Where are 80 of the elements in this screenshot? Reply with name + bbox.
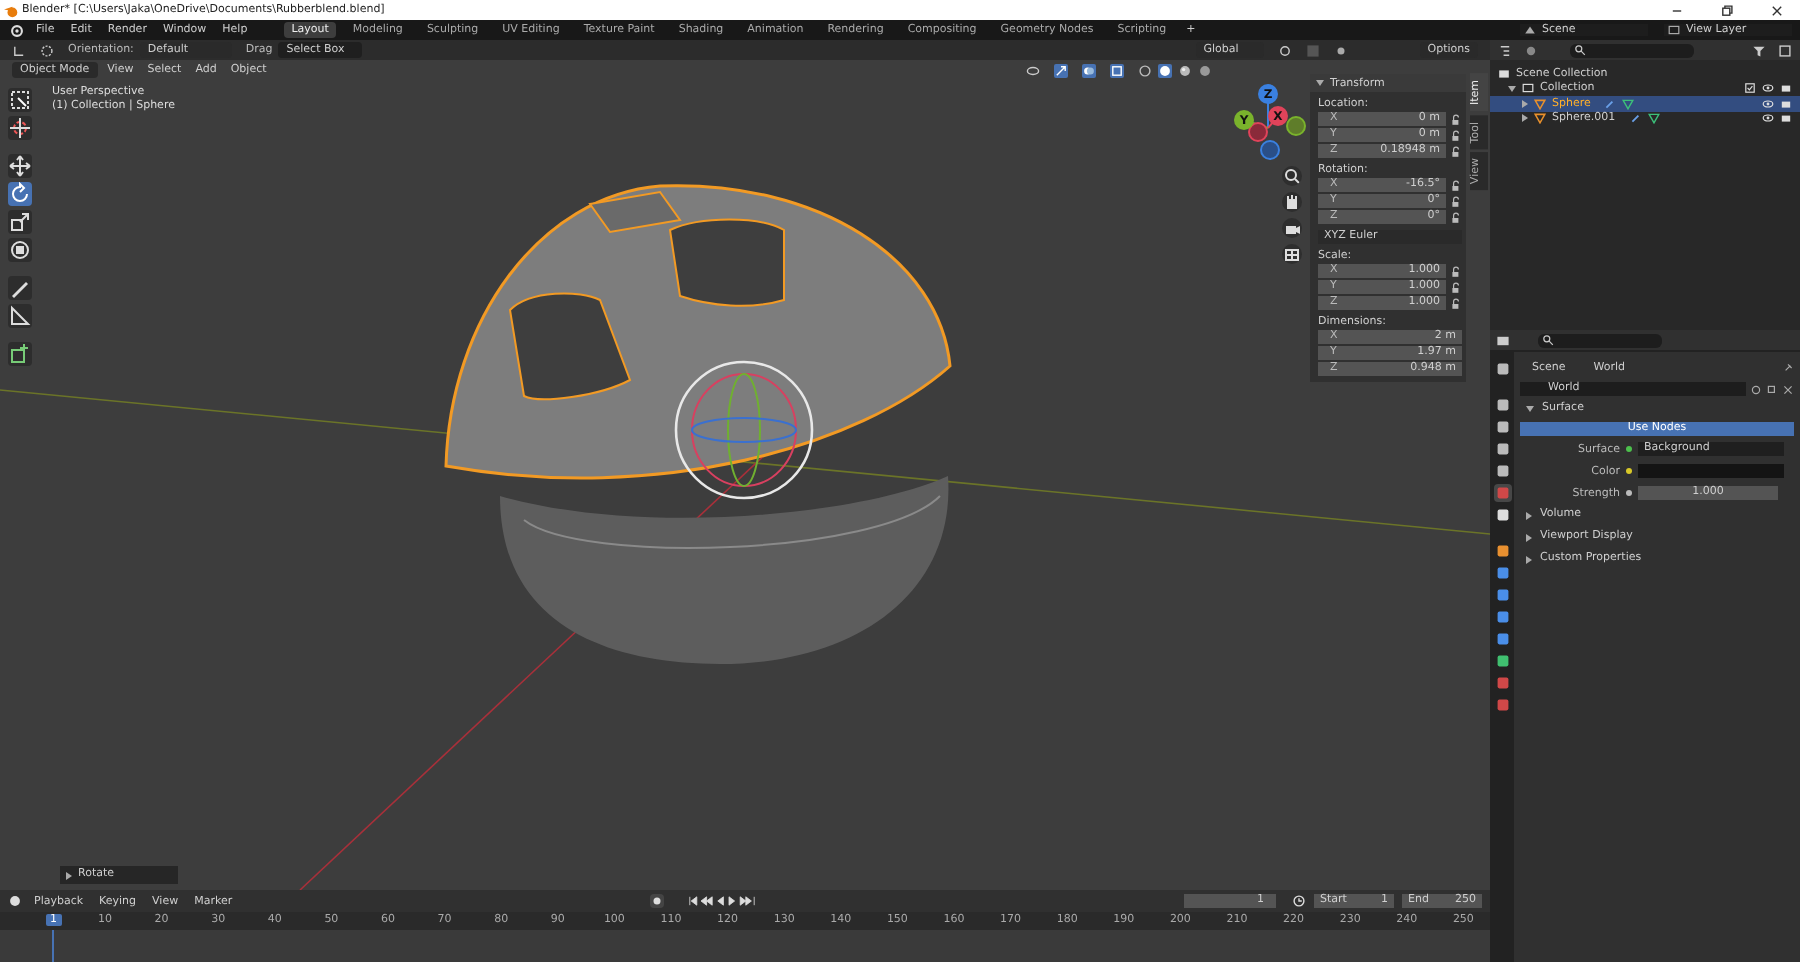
proportional-edit-icon[interactable] [1333,43,1348,57]
annotate-icon[interactable] [8,276,32,300]
select-box-icon[interactable] [8,88,32,112]
rotate-gizmo-icon[interactable] [674,360,814,500]
material-tab-icon[interactable] [1493,674,1511,692]
add-cube-icon[interactable] [8,342,32,366]
particles-tab-icon[interactable] [1493,586,1511,604]
wireframe-shading-icon[interactable] [1138,63,1152,77]
expand-arrow-icon[interactable] [1316,80,1324,86]
grid-icon[interactable] [1282,244,1302,264]
overlay-toggle-icon[interactable] [1082,63,1096,77]
scene-icon [1524,24,1536,36]
physics-tab-icon[interactable] [1493,608,1511,626]
clock-icon[interactable] [1292,894,1307,908]
filter-view-icon[interactable] [1524,43,1538,57]
editor-type-icon[interactable] [1496,333,1510,347]
pin-icon[interactable] [1782,362,1794,374]
modifiers-tab-icon[interactable] [1493,564,1511,582]
socket-dot[interactable] [1626,468,1632,474]
transform-pivot-icon[interactable] [12,43,26,57]
data-tab-icon[interactable] [1493,652,1511,670]
lock-icon[interactable] [1450,129,1462,141]
duplicate-icon[interactable] [1766,383,1778,395]
scene-tab-icon[interactable] [1493,462,1511,480]
display-mode-icon[interactable] [1498,43,1512,57]
search-icon [1542,334,1554,346]
world-tab-icon[interactable] [1493,484,1511,502]
hand-icon[interactable] [1282,192,1302,212]
unlink-icon[interactable] [1782,383,1794,395]
eye-icon[interactable] [1762,112,1774,125]
checkbox-icon[interactable] [1744,82,1756,95]
search-icon [1574,44,1586,56]
rendered-shading-icon[interactable] [1198,63,1212,77]
blender-menu-icon[interactable] [10,23,24,37]
output-tab-icon[interactable] [1493,418,1511,436]
record-icon[interactable] [649,894,664,908]
collection-tab-icon[interactable] [1493,506,1511,524]
fake-user-icon[interactable] [1750,383,1762,395]
close-icon[interactable] [1770,3,1784,17]
zoom-icon[interactable] [1282,166,1302,186]
xray-toggle-icon[interactable] [1110,63,1124,77]
search-field[interactable] [1538,333,1662,347]
lock-icon[interactable] [1450,145,1462,157]
eye-icon[interactable] [1762,97,1774,110]
editor-type-icon[interactable] [8,894,22,908]
new-collection-icon[interactable] [1778,43,1792,57]
cursor-icon[interactable] [8,116,32,140]
layers-icon [1668,24,1680,36]
tool-tab-icon[interactable] [1493,360,1511,378]
socket-dot[interactable] [1626,446,1632,452]
snap-icon[interactable] [40,43,54,57]
snap-toggle-icon[interactable] [1305,43,1320,57]
material-shading-icon[interactable] [1178,63,1192,77]
render-tab-icon[interactable] [1493,396,1511,414]
lock-icon[interactable] [1450,211,1462,223]
visibility-icon[interactable] [1026,63,1040,77]
lock-icon[interactable] [1450,297,1462,309]
gizmo-toggle-icon[interactable] [1054,63,1068,77]
eye-icon[interactable] [1762,82,1774,95]
color-field[interactable] [1638,464,1784,478]
lock-icon[interactable] [1450,195,1462,207]
ruler-icon[interactable] [8,304,32,328]
search-field[interactable] [1570,43,1694,57]
restore-icon[interactable] [1720,3,1734,17]
lock-icon[interactable] [1450,179,1462,191]
transform-icon[interactable] [8,238,32,262]
camera-icon[interactable] [1282,218,1302,238]
move-icon[interactable] [8,154,32,178]
solid-shading-icon[interactable] [1158,63,1172,77]
blender-logo-icon [4,3,18,17]
scale-icon[interactable] [8,210,32,234]
view-layer-tab-icon[interactable] [1493,440,1511,458]
rotate-icon[interactable] [8,182,32,206]
pivot-icon[interactable] [1277,43,1292,57]
lock-icon[interactable] [1450,113,1462,125]
object-tab-icon[interactable] [1493,542,1511,560]
texture-tab-icon[interactable] [1493,696,1511,714]
constraints-tab-icon[interactable] [1493,630,1511,648]
lock-icon[interactable] [1450,281,1462,293]
lock-icon[interactable] [1450,265,1462,277]
